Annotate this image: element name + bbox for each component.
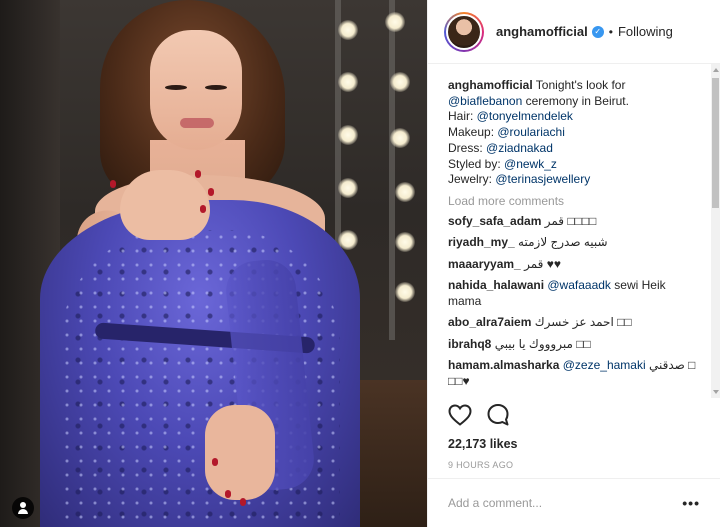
comment-username[interactable]: hamam.almasharka bbox=[448, 358, 559, 372]
comment-mention[interactable]: @zeze_hamaki bbox=[563, 358, 646, 372]
caption-mention[interactable]: @terinasjewellery bbox=[495, 172, 590, 186]
scroll-down-arrow-icon[interactable] bbox=[713, 390, 719, 394]
comment-item: abo_alra7aiem احمد عز خسرك □□ bbox=[448, 315, 702, 331]
caption-text: ceremony in Beirut. bbox=[522, 93, 629, 108]
caption-text: Tonight's look for bbox=[532, 78, 626, 92]
comment-text: قمر ♥♥ bbox=[520, 256, 561, 271]
comment-icon[interactable] bbox=[486, 403, 510, 427]
caption-text: Hair: bbox=[448, 109, 477, 124]
comment-username[interactable]: maaaryyam_ bbox=[448, 257, 521, 271]
following-button[interactable]: Following bbox=[618, 24, 673, 39]
scroll-up-arrow-icon[interactable] bbox=[713, 68, 719, 72]
vanity-bulb bbox=[338, 20, 358, 40]
post-header: anghamofficial ✓ • Following bbox=[428, 0, 720, 64]
comment-text: احمد عز خسرك □□ bbox=[531, 315, 632, 330]
post-photo[interactable] bbox=[0, 0, 427, 527]
photo-eye bbox=[205, 85, 227, 90]
load-more-comments-button[interactable]: Load more comments bbox=[448, 194, 702, 208]
comment-item: sofy_safa_adam قمر □□□□ bbox=[448, 214, 702, 230]
photo-nail bbox=[225, 490, 231, 498]
vanity-bulb bbox=[338, 178, 358, 198]
comment-text: مبروووك يا بيبي □□ bbox=[491, 336, 591, 351]
scrollbar-thumb[interactable] bbox=[712, 78, 719, 208]
post-timestamp: 9 HOURS AGO bbox=[448, 460, 514, 470]
photo-nail bbox=[110, 180, 116, 188]
photo-nail bbox=[195, 170, 201, 178]
avatar-image bbox=[446, 13, 482, 50]
vanity-bulb bbox=[338, 125, 358, 145]
caption-mention[interactable]: @tonyelmendelek bbox=[477, 109, 573, 123]
header-separator: • bbox=[608, 24, 613, 39]
comment-item: nahida_halawani @wafaaadk sewi Heik mama bbox=[448, 278, 702, 309]
comment-item: maaaryyam_ قمر ♥♥ bbox=[448, 257, 702, 273]
comment-item: ibrahq8 مبروووك يا بيبي □□ bbox=[448, 337, 702, 353]
post-side-panel: anghamofficial ✓ • Following anghamoffic… bbox=[427, 0, 720, 527]
caption-text: Jewelry: bbox=[448, 172, 496, 187]
more-options-icon[interactable]: ••• bbox=[682, 495, 700, 511]
caption-mention[interactable]: @newk_z bbox=[504, 157, 557, 171]
likes-count[interactable]: 22,173 likes bbox=[448, 437, 518, 451]
comment-mention[interactable]: @wafaaadk bbox=[547, 278, 611, 292]
user-tag-icon[interactable] bbox=[12, 497, 34, 519]
comment-text: شبيه صدرج لازمته bbox=[514, 235, 608, 250]
verified-badge-icon: ✓ bbox=[591, 25, 604, 38]
user-tag-icon-head bbox=[20, 502, 26, 508]
vanity-bulb bbox=[395, 282, 415, 302]
user-tag-icon-body bbox=[18, 509, 28, 514]
photo-hand bbox=[120, 170, 210, 240]
vanity-bulb bbox=[390, 72, 410, 92]
caption-username[interactable]: anghamofficial bbox=[448, 78, 533, 92]
comment-item: riyadh_my_ شبيه صدرج لازمته bbox=[448, 235, 702, 251]
vanity-bulb bbox=[395, 182, 415, 202]
photo-nail bbox=[208, 188, 214, 196]
comment-username[interactable]: abo_alra7aiem bbox=[448, 315, 531, 329]
caption-text: Styled by: bbox=[448, 156, 505, 171]
comment-username[interactable]: sofy_safa_adam bbox=[448, 214, 541, 228]
add-comment-bar: Add a comment... ••• bbox=[428, 478, 720, 527]
post-username[interactable]: anghamofficial bbox=[496, 24, 588, 39]
comment-text: قمر □□□□ bbox=[541, 213, 597, 228]
photo-face bbox=[150, 30, 242, 150]
comment-username[interactable]: ibrahq8 bbox=[448, 337, 491, 351]
vanity-bulb bbox=[385, 12, 405, 32]
photo-lips bbox=[180, 118, 214, 128]
vanity-bulb bbox=[338, 72, 358, 92]
vanity-bulb bbox=[390, 128, 410, 148]
caption-text: Makeup: bbox=[448, 125, 498, 140]
heart-icon[interactable] bbox=[448, 404, 472, 426]
photo-nail bbox=[240, 498, 246, 506]
photo-eye bbox=[165, 85, 187, 90]
caption-mention[interactable]: @ziadnakad bbox=[486, 141, 553, 155]
caption-text: Dress: bbox=[448, 140, 487, 155]
avatar[interactable] bbox=[444, 11, 484, 52]
add-comment-input[interactable]: Add a comment... bbox=[448, 496, 542, 510]
comments-scrollbar[interactable] bbox=[711, 64, 720, 398]
caption-mention[interactable]: @roulariachi bbox=[497, 125, 565, 139]
photo-nail bbox=[212, 458, 218, 466]
comment-item: hamam.almasharka @zeze_hamaki صدقني □ □□… bbox=[448, 358, 702, 389]
vanity-bulb bbox=[395, 232, 415, 252]
post-actions bbox=[448, 403, 510, 427]
comments-list[interactable]: anghamofficial Tonight's look for @biafl… bbox=[428, 64, 720, 398]
photo-hand bbox=[205, 405, 275, 500]
comment-username[interactable]: riyadh_my_ bbox=[448, 235, 515, 249]
comment-username[interactable]: nahida_halawani bbox=[448, 278, 544, 292]
post-caption: anghamofficial Tonight's look for @biafl… bbox=[448, 78, 702, 188]
caption-mention[interactable]: @biaflebanon bbox=[448, 94, 522, 108]
photo-nail bbox=[200, 205, 206, 213]
